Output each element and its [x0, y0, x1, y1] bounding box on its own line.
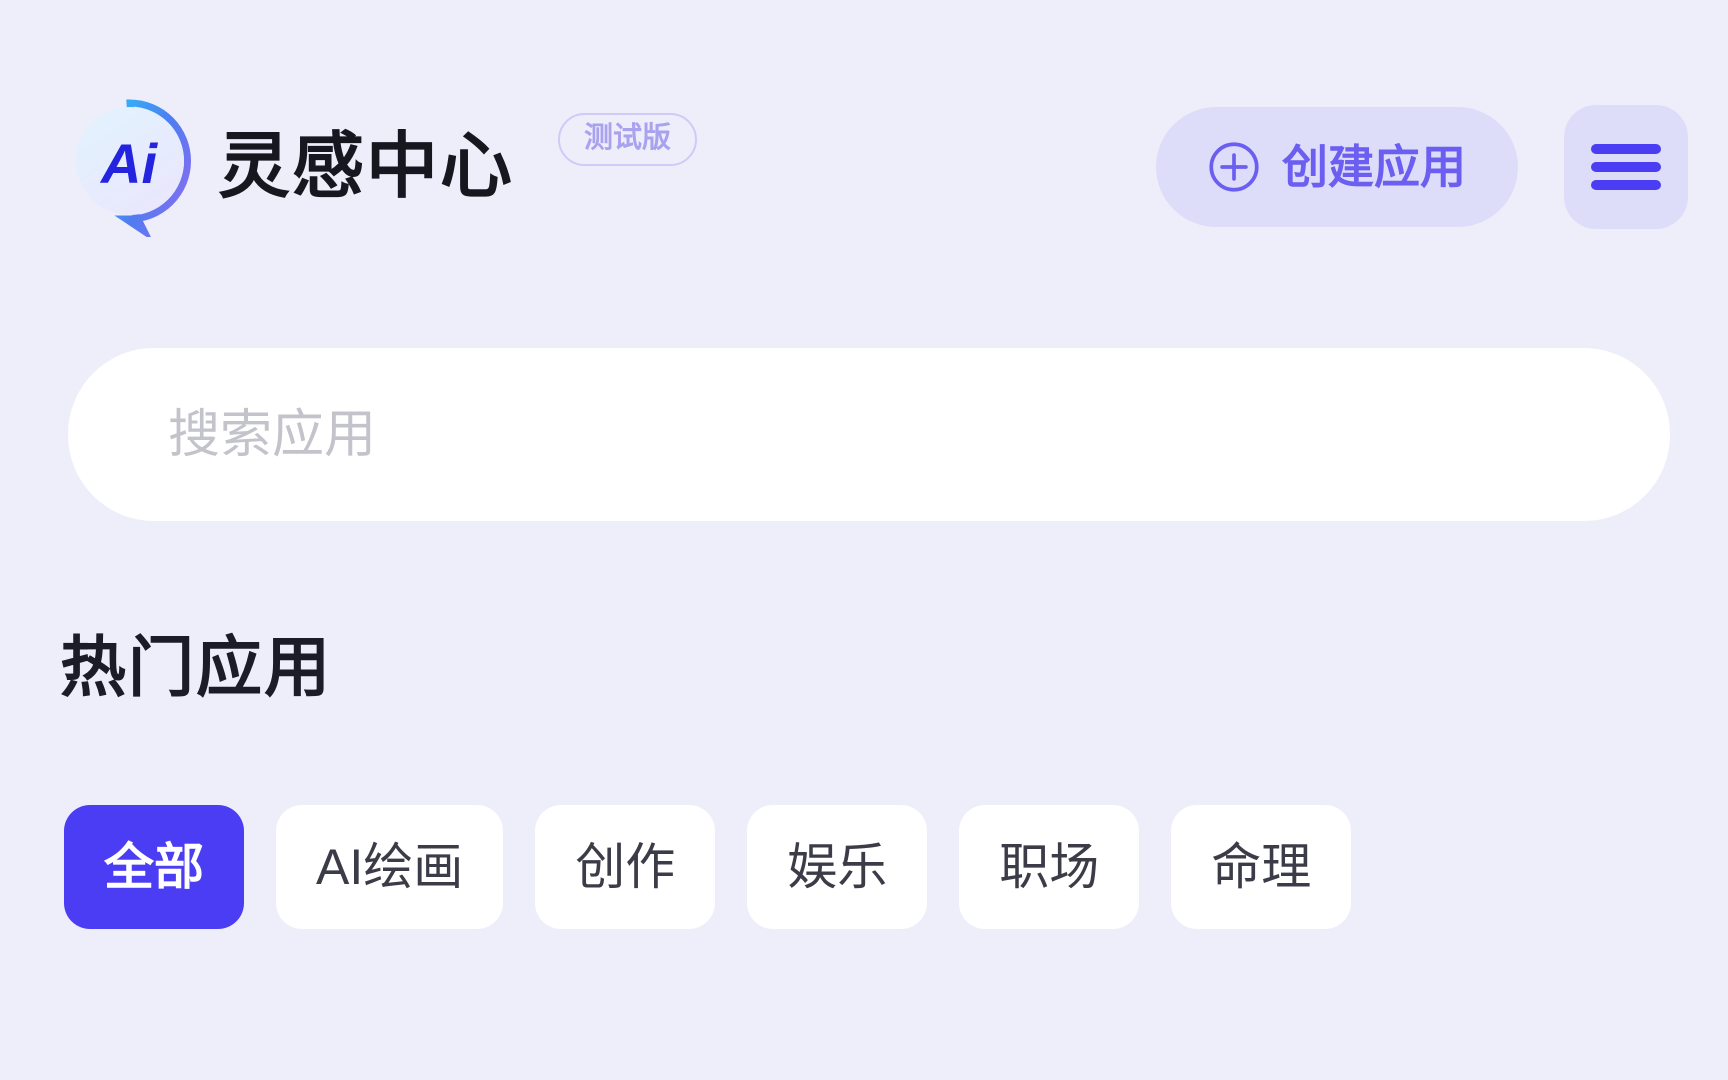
search-input[interactable] [68, 348, 1670, 521]
hamburger-menu-button[interactable] [1564, 105, 1688, 229]
plus-circle-icon [1208, 141, 1260, 193]
svg-text:Ai: Ai [99, 132, 158, 195]
beta-badge: 测试版 [558, 113, 698, 166]
app-root: Ai 灵感中心 测试版 创建应用 搜索应用 热门应用 全部 AI绘画 创作 娱乐… [0, 0, 1728, 1080]
category-tab-list: 全部 AI绘画 创作 娱乐 职场 命理 [64, 805, 1728, 929]
tab-ai-drawing[interactable]: AI绘画 [276, 805, 504, 929]
tab-workplace[interactable]: 职场 [959, 805, 1140, 929]
create-app-button[interactable]: 创建应用 [1156, 107, 1518, 227]
section-title: 热门应用 [60, 630, 332, 704]
app-header: Ai 灵感中心 测试版 创建应用 [0, 92, 1728, 242]
tab-all[interactable]: 全部 [64, 805, 244, 929]
page-title: 灵感中心 [218, 127, 515, 207]
tab-fortune[interactable]: 命理 [1171, 805, 1352, 929]
hamburger-menu-icon [1590, 141, 1662, 193]
header-actions: 创建应用 [1156, 105, 1688, 229]
app-logo: Ai [66, 97, 196, 237]
tab-entertainment[interactable]: 娱乐 [747, 805, 928, 929]
brand: Ai 灵感中心 测试版 [66, 97, 698, 237]
tab-creation[interactable]: 创作 [535, 805, 716, 929]
create-app-button-label: 创建应用 [1282, 141, 1466, 193]
search-bar [68, 348, 1670, 521]
